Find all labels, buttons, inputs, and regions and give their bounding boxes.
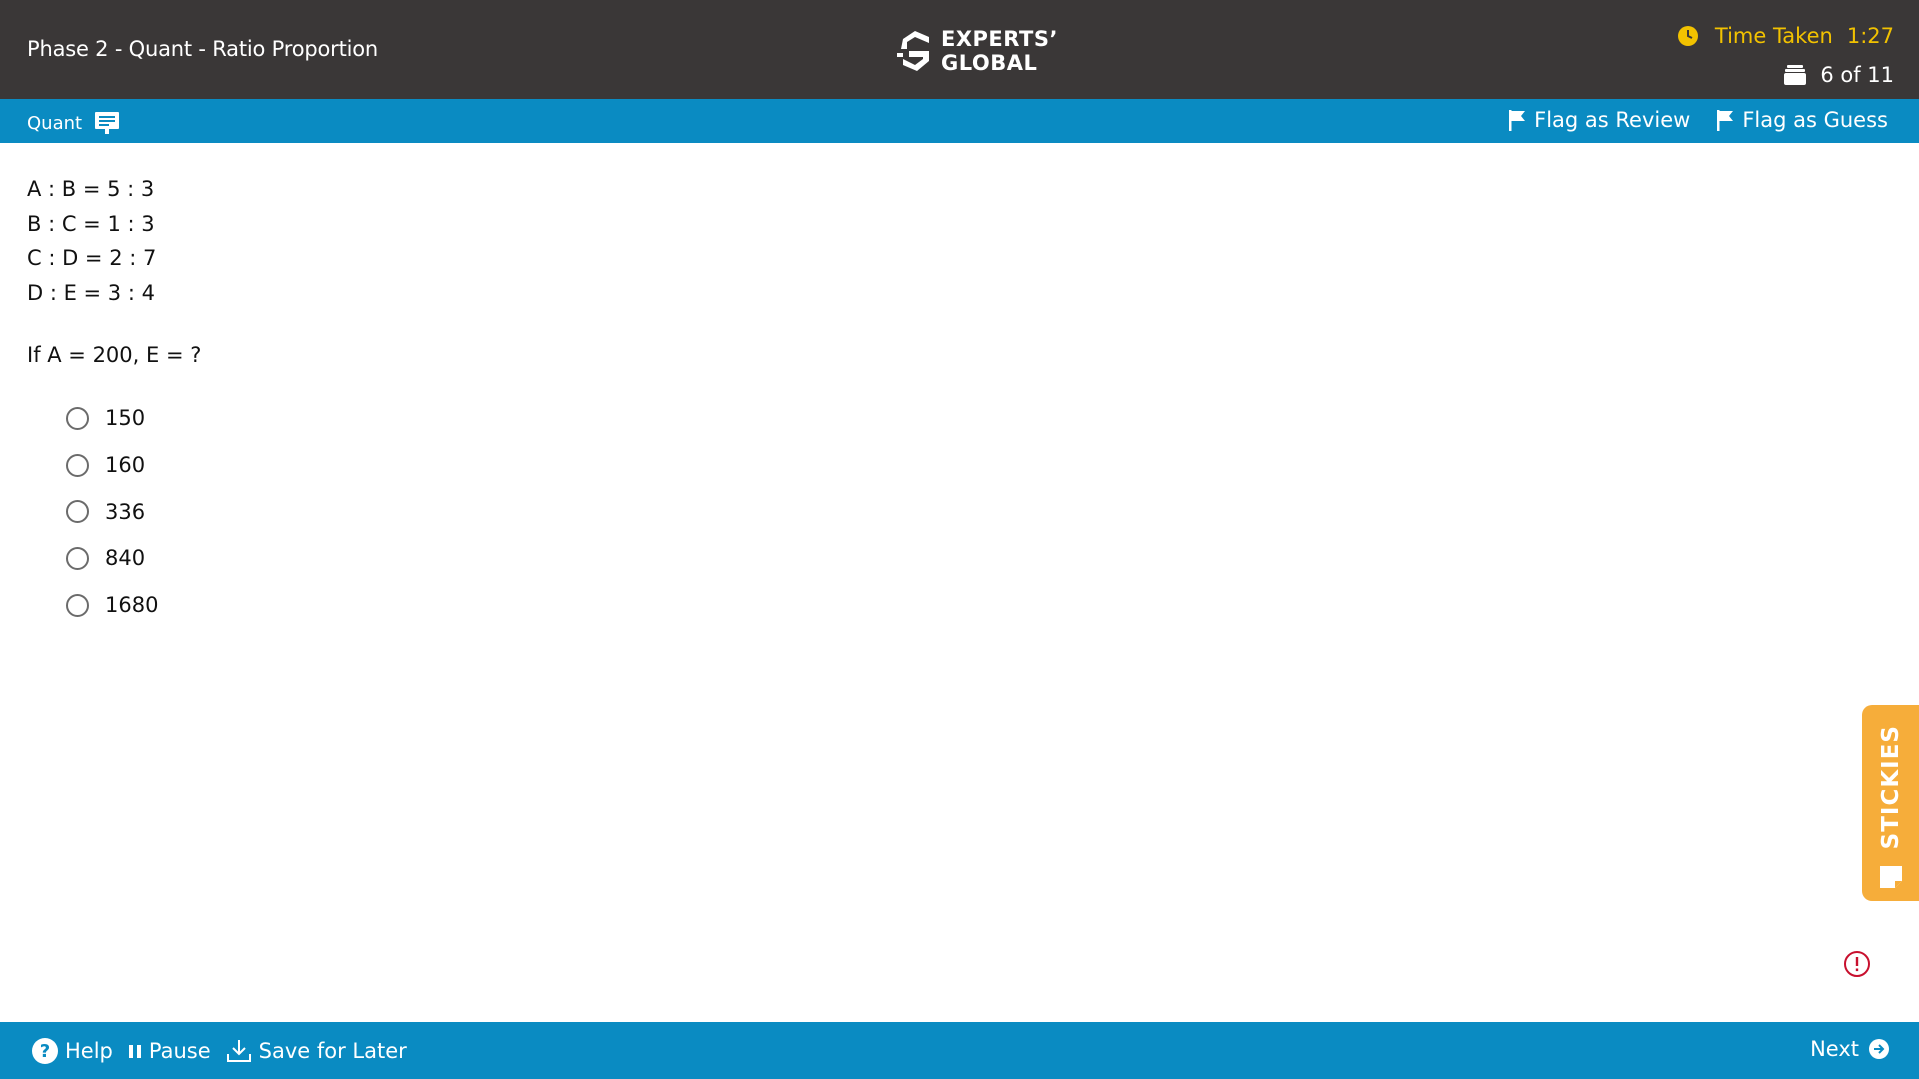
answer-option[interactable]: 840 xyxy=(66,535,158,582)
radio-button[interactable] xyxy=(66,500,89,524)
alert-icon[interactable] xyxy=(1843,950,1871,978)
save-for-later-button[interactable]: Save for Later xyxy=(225,1038,407,1064)
option-label: 1680 xyxy=(105,593,159,618)
statement-line: D : E = 3 : 4 xyxy=(27,280,155,305)
test-title: Phase 2 - Quant - Ratio Proportion xyxy=(27,37,378,61)
next-button[interactable]: Next xyxy=(1810,1037,1890,1061)
section-bar: Quant Flag as Review Flag as Guess xyxy=(0,99,1919,143)
statement-line: A : B = 5 : 3 xyxy=(27,177,155,201)
logo-text: EXPERTS’ GLOBAL xyxy=(941,27,1058,75)
option-label: 150 xyxy=(105,406,146,431)
question-counter-text: 6 of 11 xyxy=(1820,63,1894,87)
question-counter: 6 of 11 xyxy=(1783,63,1894,87)
logo-mark-icon xyxy=(897,31,929,71)
flag-as-review-label: Flag as Review xyxy=(1534,108,1691,132)
answer-option[interactable]: 336 xyxy=(66,488,158,535)
bottom-left-controls: ? Help Pause Save for Later xyxy=(31,1037,421,1065)
section-label: Quant xyxy=(27,112,83,134)
download-icon xyxy=(226,1040,251,1062)
radio-button[interactable] xyxy=(66,546,89,570)
time-taken: Time Taken 1:27 xyxy=(1677,24,1894,48)
time-taken-label: Time Taken xyxy=(1714,24,1833,48)
flag-icon xyxy=(1717,110,1734,131)
clock-icon xyxy=(1677,26,1698,46)
answer-option[interactable]: 160 xyxy=(66,442,158,489)
arrow-right-circle-icon xyxy=(1869,1039,1889,1059)
question-statements: A : B = 5 : 3 B : C = 1 : 3 C : D = 2 : … xyxy=(27,172,156,310)
help-button[interactable]: ? Help xyxy=(31,1037,113,1065)
stickies-tab[interactable]: STICKIES xyxy=(1862,705,1919,901)
option-label: 840 xyxy=(105,546,146,571)
sticky-note-icon xyxy=(1879,866,1902,889)
flag-as-review-button[interactable]: Flag as Review xyxy=(1508,108,1690,132)
flag-icon xyxy=(1509,110,1526,131)
option-label: 160 xyxy=(105,453,146,478)
option-label: 336 xyxy=(105,499,146,524)
pause-button[interactable]: Pause xyxy=(127,1039,211,1063)
next-label: Next xyxy=(1810,1037,1859,1061)
section-indicator: Quant xyxy=(27,110,120,136)
answer-option[interactable]: 150 xyxy=(66,395,158,442)
flag-as-guess-label: Flag as Guess xyxy=(1742,108,1888,132)
bottom-toolbar: ? Help Pause Save for Later Next xyxy=(0,1022,1919,1079)
radio-button[interactable] xyxy=(66,593,89,617)
answer-options: 150 160 336 840 1680 xyxy=(66,395,158,628)
flag-controls: Flag as Review Flag as Guess xyxy=(1508,108,1888,132)
pause-label: Pause xyxy=(148,1039,211,1063)
stickies-label: STICKIES xyxy=(1877,725,1904,850)
flag-as-guess-button[interactable]: Flag as Guess xyxy=(1716,108,1888,132)
svg-text:?: ? xyxy=(40,1041,50,1062)
top-header: Phase 2 - Quant - Ratio Proportion EXPER… xyxy=(0,0,1919,99)
help-label: Help xyxy=(65,1039,113,1063)
pause-icon xyxy=(128,1045,141,1058)
save-for-later-label: Save for Later xyxy=(258,1039,407,1063)
answer-option[interactable]: 1680 xyxy=(66,582,158,629)
calculator-icon[interactable] xyxy=(94,110,120,136)
statement-line: C : D = 2 : 7 xyxy=(27,246,157,270)
statement-line: B : C = 1 : 3 xyxy=(27,211,155,236)
question-prompt: If A = 200, E = ? xyxy=(27,343,202,367)
radio-button[interactable] xyxy=(66,453,89,477)
question-stack-icon xyxy=(1784,65,1807,85)
time-taken-value: 1:27 xyxy=(1846,24,1894,48)
radio-button[interactable] xyxy=(66,406,89,430)
help-icon: ? xyxy=(32,1038,58,1064)
experts-global-logo: EXPERTS’ GLOBAL xyxy=(895,26,1058,76)
